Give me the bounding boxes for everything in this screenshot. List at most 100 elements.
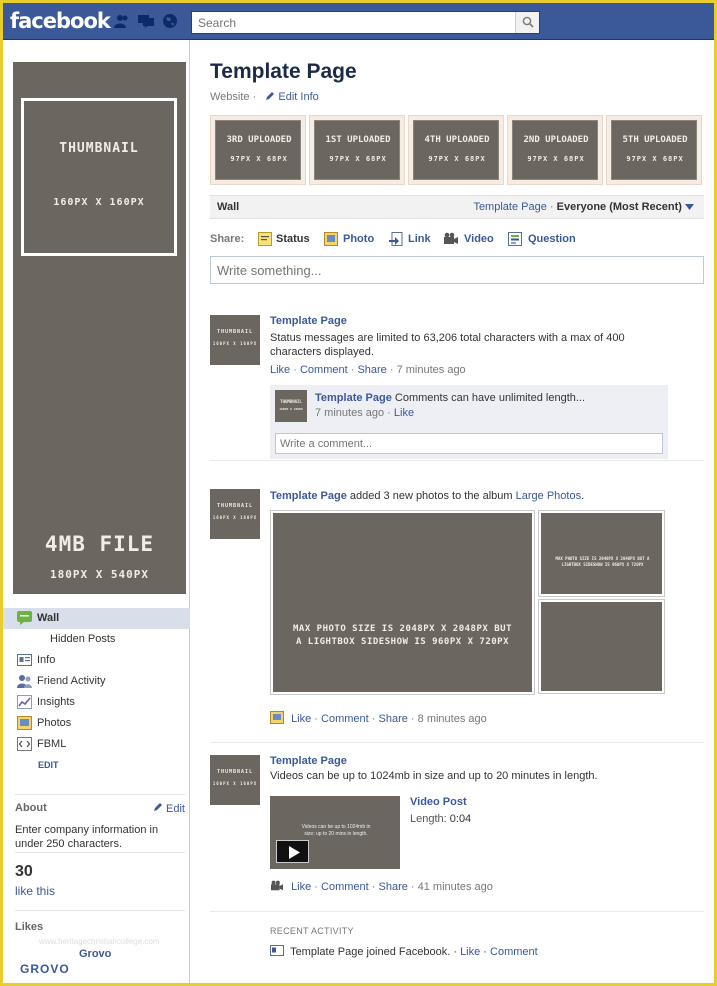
- strip-photo-3[interactable]: 4TH UPLOADED 97PX X 68PX: [408, 115, 504, 185]
- video-title[interactable]: Video Post: [410, 796, 471, 808]
- share-status-tab[interactable]: Status: [258, 230, 310, 248]
- story-actor[interactable]: Template Page: [270, 490, 347, 502]
- wall-filter-bar: Wall Template Page · Everyone (Most Rece…: [210, 195, 704, 219]
- share-photo-tab[interactable]: Photo: [324, 230, 374, 248]
- page-subline: Website · Edit Info: [210, 91, 319, 103]
- pencil-icon: [153, 803, 162, 811]
- story-avatar[interactable]: THUMBNAIL 160PX X 160PX: [210, 489, 260, 539]
- recent-comment-link[interactable]: Comment: [490, 946, 538, 958]
- story-avatar[interactable]: THUMBNAIL 160PX X 160PX: [210, 755, 260, 805]
- write-comment-input[interactable]: [276, 434, 662, 453]
- likes-section: Likes www.heritagechristiancollege.com G…: [15, 910, 185, 976]
- video-length-label: Length:: [410, 813, 447, 825]
- avatar-label: THUMBNAIL: [216, 503, 254, 509]
- comment-like-link[interactable]: Like: [394, 407, 414, 419]
- write-something-input[interactable]: [211, 257, 703, 283]
- website-label: Website ·: [210, 91, 257, 103]
- question-icon: [508, 232, 522, 246]
- story-actions: Like · Comment · Share · 41 minutes ago: [270, 880, 493, 893]
- photos-icon: [17, 716, 32, 730]
- recent-activity-heading: RECENT ACTIVITY: [270, 926, 354, 936]
- about-edit-link[interactable]: Edit: [153, 802, 185, 815]
- play-icon: [289, 846, 300, 859]
- avatar-size: 160PX X 160PX: [279, 407, 303, 411]
- photo-icon: [324, 232, 338, 246]
- comment-text: Comments can have unlimited length...: [394, 392, 586, 404]
- recent-activity: RECENT ACTIVITY Template Page joined Fac…: [270, 926, 704, 959]
- story-actions: Like · Comment · Share · 7 minutes ago: [270, 364, 466, 376]
- grovo-logo[interactable]: GROVO: [20, 962, 70, 976]
- story-added-text: added 3 new photos to the album: [349, 490, 513, 502]
- nav-label: Friend Activity: [37, 675, 106, 687]
- album-link[interactable]: Large Photos: [516, 490, 581, 502]
- left-nav: Wall Hidden Posts Info Friend Activity I…: [3, 608, 190, 775]
- search-input[interactable]: [192, 12, 514, 33]
- filter-page-link[interactable]: Template Page: [473, 201, 546, 213]
- album-photo-small-2[interactable]: [538, 599, 665, 694]
- avatar-size: 160PX X 160PX: [212, 341, 258, 346]
- about-text: Enter company information in under 250 c…: [15, 824, 159, 850]
- play-button[interactable]: [276, 840, 309, 863]
- story-body: Template Page added 3 new photos to the …: [270, 489, 704, 725]
- strip-photo-2[interactable]: 1ST UPLOADED 97PX X 68PX: [309, 115, 405, 185]
- like-link[interactable]: Like: [270, 364, 290, 376]
- video-thumbnail-caption: Videos can be up to 1024mb in size; up t…: [301, 824, 371, 837]
- story-actor[interactable]: Template Page: [270, 755, 704, 767]
- video-thumbnail[interactable]: Videos can be up to 1024mb in size; up t…: [270, 796, 400, 869]
- likes-item-grovo[interactable]: Grovo: [79, 948, 111, 960]
- share-link[interactable]: Share: [357, 364, 386, 376]
- comment-link[interactable]: Comment: [321, 713, 369, 725]
- status-icon: [258, 232, 272, 246]
- share-link[interactable]: Share: [379, 881, 408, 893]
- story-actions: Like · Comment · Share · 8 minutes ago: [270, 711, 487, 725]
- story-photos: THUMBNAIL 160PX X 160PX Template Page ad…: [210, 489, 704, 743]
- messages-icon[interactable]: [138, 14, 154, 28]
- nav-item-photos[interactable]: Photos: [3, 713, 190, 734]
- share-link-tab[interactable]: Link: [389, 230, 431, 248]
- profile-picture[interactable]: THUMBNAIL 160PX X 160PX 4MB FILE 180PX X…: [13, 62, 186, 594]
- like-link[interactable]: Like: [291, 713, 311, 725]
- nav-item-friend-activity[interactable]: Friend Activity: [3, 671, 190, 692]
- strip-photo-size: 97PX X 68PX: [230, 155, 288, 163]
- nav-item-fbml[interactable]: FBML: [3, 734, 190, 755]
- strip-photo-name: 4TH UPLOADED: [424, 135, 490, 145]
- comment-avatar[interactable]: THUMBNAIL 160PX X 160PX: [275, 390, 307, 422]
- story-avatar[interactable]: THUMBNAIL 160PX X 160PX: [210, 315, 260, 365]
- video-camera-icon: [444, 232, 458, 244]
- search-button[interactable]: [515, 12, 539, 33]
- share-label: Share:: [210, 233, 245, 245]
- share-question-tab[interactable]: Question: [508, 230, 576, 248]
- strip-photo-1[interactable]: 3RD UPLOADED 97PX X 68PX: [210, 115, 306, 185]
- album-photo-small-1[interactable]: MAX PHOTO SIZE IS 2048PX X 2048PX BUT A …: [538, 510, 665, 597]
- story-timestamp: 7 minutes ago: [396, 364, 466, 376]
- search-box: [191, 11, 540, 34]
- share-video-tab[interactable]: Video: [444, 230, 494, 248]
- comment-link[interactable]: Comment: [300, 364, 348, 376]
- nav-item-hidden-posts[interactable]: Hidden Posts: [3, 629, 190, 650]
- nav-item-wall[interactable]: Wall: [3, 608, 190, 629]
- recent-like-link[interactable]: Like: [460, 946, 480, 958]
- comment-link[interactable]: Comment: [321, 881, 369, 893]
- edit-nav-link[interactable]: EDIT: [3, 755, 190, 775]
- comment-actor[interactable]: Template Page: [315, 392, 392, 404]
- story-actor[interactable]: Template Page: [270, 315, 704, 327]
- comment-timestamp: 7 minutes ago ·: [315, 407, 391, 419]
- like-this-link[interactable]: like this: [15, 884, 185, 898]
- strip-photo-4[interactable]: 2ND UPLOADED 97PX X 68PX: [507, 115, 603, 185]
- share-row: Share: Status Photo Link Video Question: [210, 230, 704, 248]
- nav-item-info[interactable]: Info: [3, 650, 190, 671]
- strip-photo-5[interactable]: 5TH UPLOADED 97PX X 68PX: [606, 115, 702, 185]
- story-body: Template Page Status messages are limite…: [270, 315, 704, 459]
- video-info: Video Post Length: 0:04: [410, 796, 471, 826]
- share-link[interactable]: Share: [379, 713, 408, 725]
- like-link[interactable]: Like: [291, 881, 311, 893]
- facebook-logo[interactable]: facebook: [10, 9, 111, 33]
- link-icon: [389, 232, 403, 246]
- wall-filter[interactable]: Template Page · Everyone (Most Recent): [473, 201, 694, 213]
- left-column: THUMBNAIL 160PX X 160PX 4MB FILE 180PX X…: [3, 40, 190, 983]
- nav-item-insights[interactable]: Insights: [3, 692, 190, 713]
- friend-requests-icon[interactable]: [114, 14, 130, 28]
- notifications-globe-icon[interactable]: [162, 14, 178, 28]
- edit-info-link[interactable]: Edit Info: [278, 91, 318, 103]
- album-photo-large[interactable]: MAX PHOTO SIZE IS 2048PX X 2048PX BUT A …: [270, 510, 535, 695]
